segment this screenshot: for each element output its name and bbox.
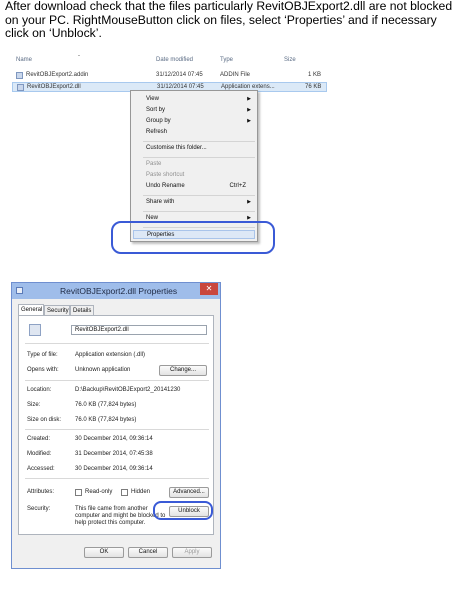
submenu-arrow-icon: ▶ <box>247 107 251 113</box>
file-icon <box>16 287 23 294</box>
security-text-line3: help protect this computer. <box>75 520 146 526</box>
menu-item-refresh[interactable]: Refresh <box>146 128 254 137</box>
file-size: 1 KB <box>308 72 322 78</box>
dialog-titlebar[interactable]: RevitOBJExport2.dll Properties ✕ <box>12 283 220 299</box>
accessed-value: 30 December 2014, 09:36:14 <box>75 466 153 472</box>
menu-label: Paste shortcut <box>146 172 185 178</box>
menu-label: Undo Rename <box>146 183 185 189</box>
sort-arrow-icon: ˆ <box>78 56 80 62</box>
column-size[interactable]: Size <box>284 57 296 63</box>
submenu-arrow-icon: ▶ <box>247 96 251 102</box>
type-label: Type of file: <box>27 352 58 358</box>
created-label: Created: <box>27 436 51 442</box>
menu-label: View <box>146 96 159 102</box>
ok-button[interactable]: OK <box>84 547 124 558</box>
type-value: Application extension (.dll) <box>75 352 146 358</box>
hidden-checkbox[interactable] <box>121 489 128 496</box>
tab-security[interactable]: Security <box>44 305 70 315</box>
tab-general[interactable]: General <box>18 304 44 315</box>
tab-details[interactable]: Details <box>70 305 94 315</box>
change-button[interactable]: Change... <box>159 365 207 376</box>
file-row-addin[interactable]: RevitOBJExport2.addin 31/12/2014 07:45 A… <box>12 71 327 81</box>
apply-button[interactable]: Apply <box>172 547 212 558</box>
instructions-text: After download check that the files part… <box>5 0 453 41</box>
menu-item-customise[interactable]: Customise this folder... <box>146 144 254 153</box>
size-value: 76.0 KB (77,824 bytes) <box>75 402 137 408</box>
attributes-label: Attributes: <box>27 489 55 495</box>
file-name: RevitOBJExport2.dll <box>27 84 81 90</box>
readonly-label: Read-only <box>85 489 113 495</box>
dialog-title: RevitOBJExport2.dll Properties <box>60 286 178 296</box>
menu-item-undo-rename[interactable]: Undo Rename Ctrl+Z <box>146 182 254 191</box>
opens-with-value: Unknown application <box>75 367 131 373</box>
highlight-properties-callout <box>111 221 275 254</box>
menu-label: Share with <box>146 199 175 205</box>
file-type: ADDIN File <box>220 72 251 78</box>
submenu-arrow-icon: ▶ <box>247 199 251 205</box>
security-label: Security: <box>27 506 51 512</box>
shortcut-label: Ctrl+Z <box>229 183 247 189</box>
menu-separator <box>143 195 255 196</box>
addin-file-icon <box>16 72 23 79</box>
menu-separator <box>143 211 255 212</box>
dll-file-icon <box>17 84 24 91</box>
menu-item-group-by[interactable]: Group by ▶ <box>146 117 254 126</box>
menu-label: Refresh <box>146 129 168 135</box>
divider <box>25 478 209 479</box>
menu-label: Paste <box>146 161 162 167</box>
menu-separator <box>143 141 255 142</box>
menu-item-view[interactable]: View ▶ <box>146 95 254 104</box>
submenu-arrow-icon: ▶ <box>247 118 251 124</box>
close-button[interactable]: ✕ <box>200 283 218 295</box>
location-label: Location: <box>27 387 52 393</box>
file-date: 31/12/2014 07:45 <box>156 72 203 78</box>
context-menu: View ▶ Sort by ▶ Group by ▶ Refresh Customi… <box>130 90 258 242</box>
highlight-unblock-callout <box>153 501 213 520</box>
advanced-button[interactable]: Advanced... <box>169 487 209 498</box>
size-label: Size: <box>27 402 41 408</box>
menu-item-share-with[interactable]: Share with ▶ <box>146 198 254 207</box>
filename-field[interactable]: RevitOBJExport2.dll <box>71 325 207 335</box>
menu-item-paste-shortcut[interactable]: Paste shortcut <box>146 171 254 180</box>
file-size: 76 KB <box>305 84 322 90</box>
menu-item-paste[interactable]: Paste <box>146 160 254 169</box>
menu-separator <box>143 157 255 158</box>
accessed-label: Accessed: <box>27 466 55 472</box>
divider <box>25 380 209 381</box>
column-type[interactable]: Type <box>220 57 233 63</box>
security-text-line2: computer and might be blocked to <box>75 513 166 519</box>
menu-label: Customise this folder... <box>146 145 207 151</box>
divider <box>25 343 209 344</box>
cancel-button[interactable]: Cancel <box>128 547 168 558</box>
menu-label: Group by <box>146 118 171 124</box>
column-date-modified[interactable]: Date modified <box>156 57 193 63</box>
opens-with-label: Opens with: <box>27 367 59 373</box>
security-text-line1: This file came from another <box>75 506 148 512</box>
menu-label: Sort by <box>146 107 166 113</box>
size-on-disk-value: 76.0 KB (77,824 bytes) <box>75 417 137 423</box>
menu-item-sort-by[interactable]: Sort by ▶ <box>146 106 254 115</box>
column-name[interactable]: Name <box>16 57 32 63</box>
readonly-checkbox[interactable] <box>75 489 82 496</box>
modified-label: Modified: <box>27 451 52 457</box>
created-value: 30 December 2014, 09:36:14 <box>75 436 153 442</box>
size-on-disk-label: Size on disk: <box>27 417 62 423</box>
file-name: RevitOBJExport2.addin <box>26 72 89 78</box>
divider <box>25 429 209 430</box>
location-value: D:\Backup\RevitOBJExport2_20141230 <box>75 387 181 393</box>
dll-file-icon <box>29 324 41 336</box>
modified-value: 31 December 2014, 07:45:38 <box>75 451 153 457</box>
properties-dialog: RevitOBJExport2.dll Properties ✕ General… <box>11 282 221 569</box>
hidden-label: Hidden <box>131 489 151 495</box>
column-headers: Name ˆ Date modified Type Size <box>12 56 327 67</box>
